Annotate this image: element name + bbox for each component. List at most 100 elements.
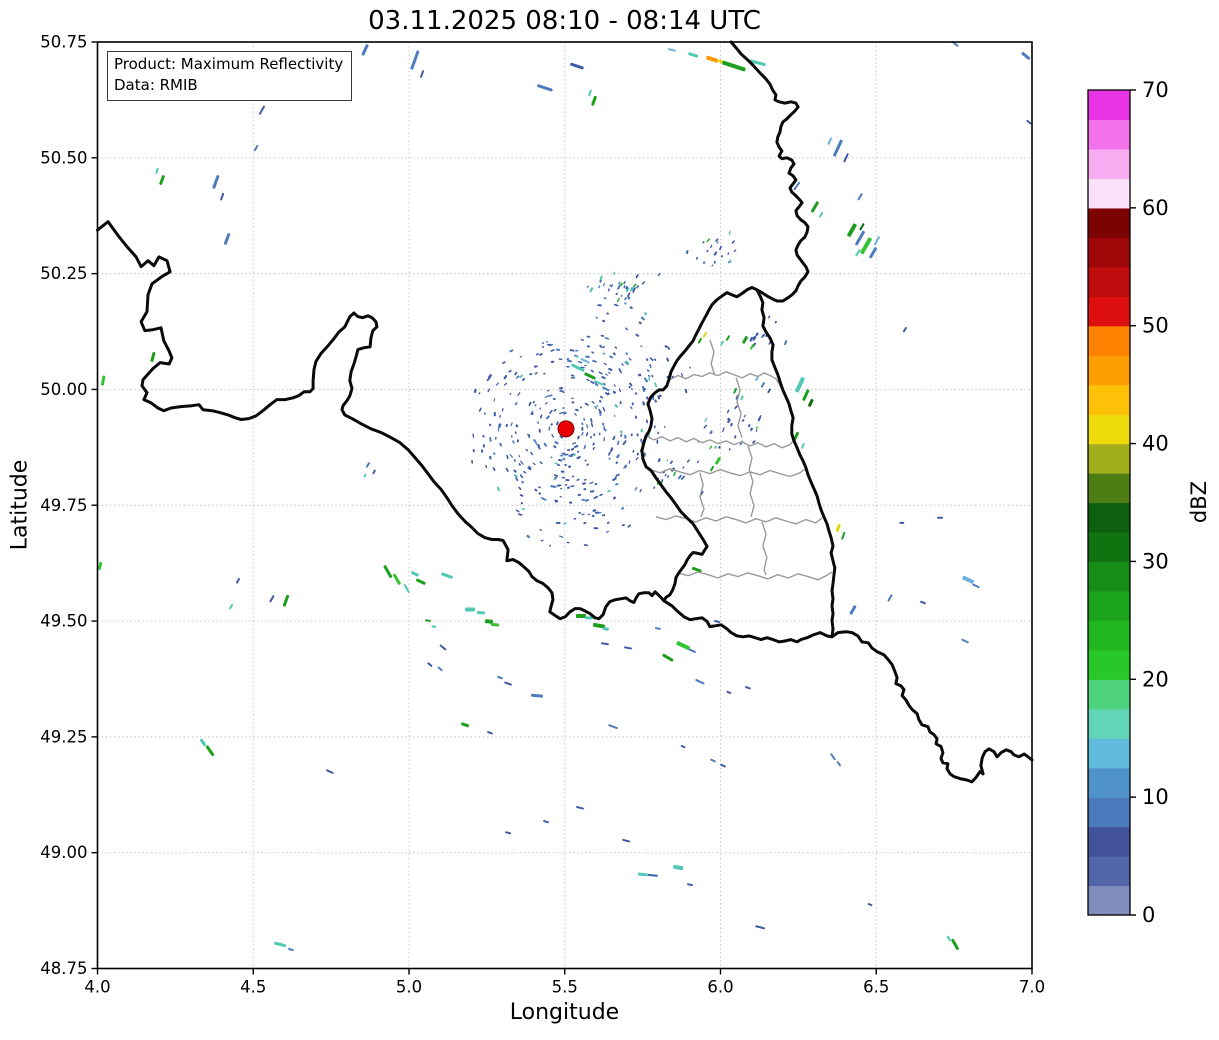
- clutter-dot: [567, 486, 570, 489]
- echo-streak: [687, 883, 693, 886]
- clutter-dot: [595, 316, 598, 319]
- echo-streak: [274, 941, 286, 948]
- clutter-dot: [544, 402, 548, 405]
- clutter-dot: [584, 364, 587, 367]
- clutter-dot: [635, 274, 639, 279]
- country-border: [755, 288, 837, 639]
- district-border: [699, 472, 705, 518]
- clutter-dot: [602, 283, 605, 287]
- clutter-dot: [596, 404, 599, 408]
- clutter-dot: [710, 244, 713, 249]
- clutter-dot: [526, 534, 531, 539]
- colorbar-tick-label: 40: [1142, 432, 1169, 456]
- clutter-dot: [515, 509, 520, 513]
- clutter-dot: [559, 495, 562, 498]
- echo-streak: [937, 516, 944, 519]
- clutter-dot: [640, 438, 643, 442]
- clutter-dot: [635, 333, 640, 337]
- clutter-dot: [587, 513, 591, 516]
- colorbar-segment: [1088, 649, 1130, 680]
- colorbar: 0 10 20 30 40 50 60 70: [1087, 78, 1169, 927]
- clutter-dot: [612, 352, 616, 356]
- clutter-dot: [585, 432, 589, 437]
- gridlines: [97, 42, 1032, 969]
- echo-streak: [600, 642, 609, 646]
- clutter-dot: [505, 423, 508, 427]
- colorbar-segment: [1088, 502, 1130, 533]
- clutter-dot: [552, 397, 556, 401]
- clutter-dot: [603, 437, 605, 442]
- clutter-dot: [543, 372, 546, 375]
- clutter-dot: [560, 470, 565, 473]
- clutter-dot: [537, 421, 540, 424]
- clutter-dot: [590, 369, 594, 373]
- echo-streak: [819, 212, 824, 218]
- clutter-dot: [580, 338, 584, 341]
- clutter-dot: [706, 249, 709, 253]
- clutter-dot: [635, 456, 639, 461]
- clutter-dot: [617, 473, 620, 477]
- echo-streak: [801, 443, 805, 449]
- x-tick-label: 6.0: [707, 978, 733, 997]
- echo-streak: [288, 947, 294, 952]
- echo-streak: [383, 565, 393, 578]
- clutter-dot: [471, 459, 474, 464]
- clutter-dot: [601, 514, 606, 517]
- clutter-dot: [538, 428, 541, 433]
- clutter-dot: [667, 475, 670, 479]
- clutter-dot: [755, 429, 758, 432]
- clutter-dot: [641, 281, 646, 285]
- colorbar-segment: [1088, 414, 1130, 445]
- colorbar-segment: [1088, 266, 1130, 297]
- clutter-dot: [516, 439, 519, 443]
- clutter-dot: [621, 506, 625, 510]
- clutter-dot: [573, 517, 577, 520]
- x-axis-label: Longitude: [509, 1000, 620, 1025]
- clutter-dot: [546, 389, 550, 392]
- echo-streak: [726, 335, 731, 341]
- clutter-dot: [604, 336, 610, 340]
- clutter-dot: [575, 408, 579, 412]
- clutter-dot: [529, 372, 533, 376]
- echo-streak: [859, 223, 865, 231]
- clutter-dot: [519, 374, 523, 379]
- echo-streak: [425, 619, 431, 622]
- clutter-dot: [657, 458, 661, 463]
- country-border: [729, 40, 810, 303]
- clutter-dot: [685, 250, 689, 255]
- colorbar-tick-label: 0: [1142, 903, 1155, 927]
- clutter-dot: [613, 384, 616, 387]
- colorbar-segment: [1088, 207, 1130, 238]
- clutter-dot: [558, 535, 564, 538]
- clutter-dot: [610, 284, 614, 288]
- clutter-dot: [607, 489, 611, 493]
- clutter-dot: [669, 460, 673, 465]
- echo-streak: [624, 646, 632, 650]
- radar-echoes: [97, 40, 1032, 952]
- x-tick-label: 6.5: [863, 978, 889, 997]
- echo-streak: [733, 387, 737, 394]
- echo-streak: [760, 382, 765, 388]
- echo-streak: [827, 137, 833, 145]
- clutter-dot: [601, 376, 606, 380]
- clutter-dot: [624, 434, 627, 439]
- colorbar-segment: [1088, 355, 1130, 386]
- colorbar-segment: [1088, 738, 1130, 769]
- clutter-dot: [555, 521, 561, 525]
- echo-streak: [584, 372, 596, 380]
- clutter-dot: [585, 355, 590, 358]
- clutter-dot: [654, 399, 658, 403]
- echo-streak: [431, 625, 437, 628]
- clutter-dot: [530, 451, 534, 456]
- clutter-dot: [608, 367, 613, 372]
- clutter-dot: [593, 433, 596, 437]
- echo-streak: [887, 594, 893, 602]
- colorbar-segment: [1088, 531, 1130, 563]
- echo-streak: [833, 139, 843, 157]
- colorbar-segment: [1088, 797, 1130, 828]
- clutter-dot: [593, 527, 599, 530]
- x-tick-label: 4.5: [240, 978, 266, 997]
- clutter-dot: [774, 320, 777, 324]
- echo-streak: [253, 144, 259, 152]
- clutter-dot: [612, 435, 616, 441]
